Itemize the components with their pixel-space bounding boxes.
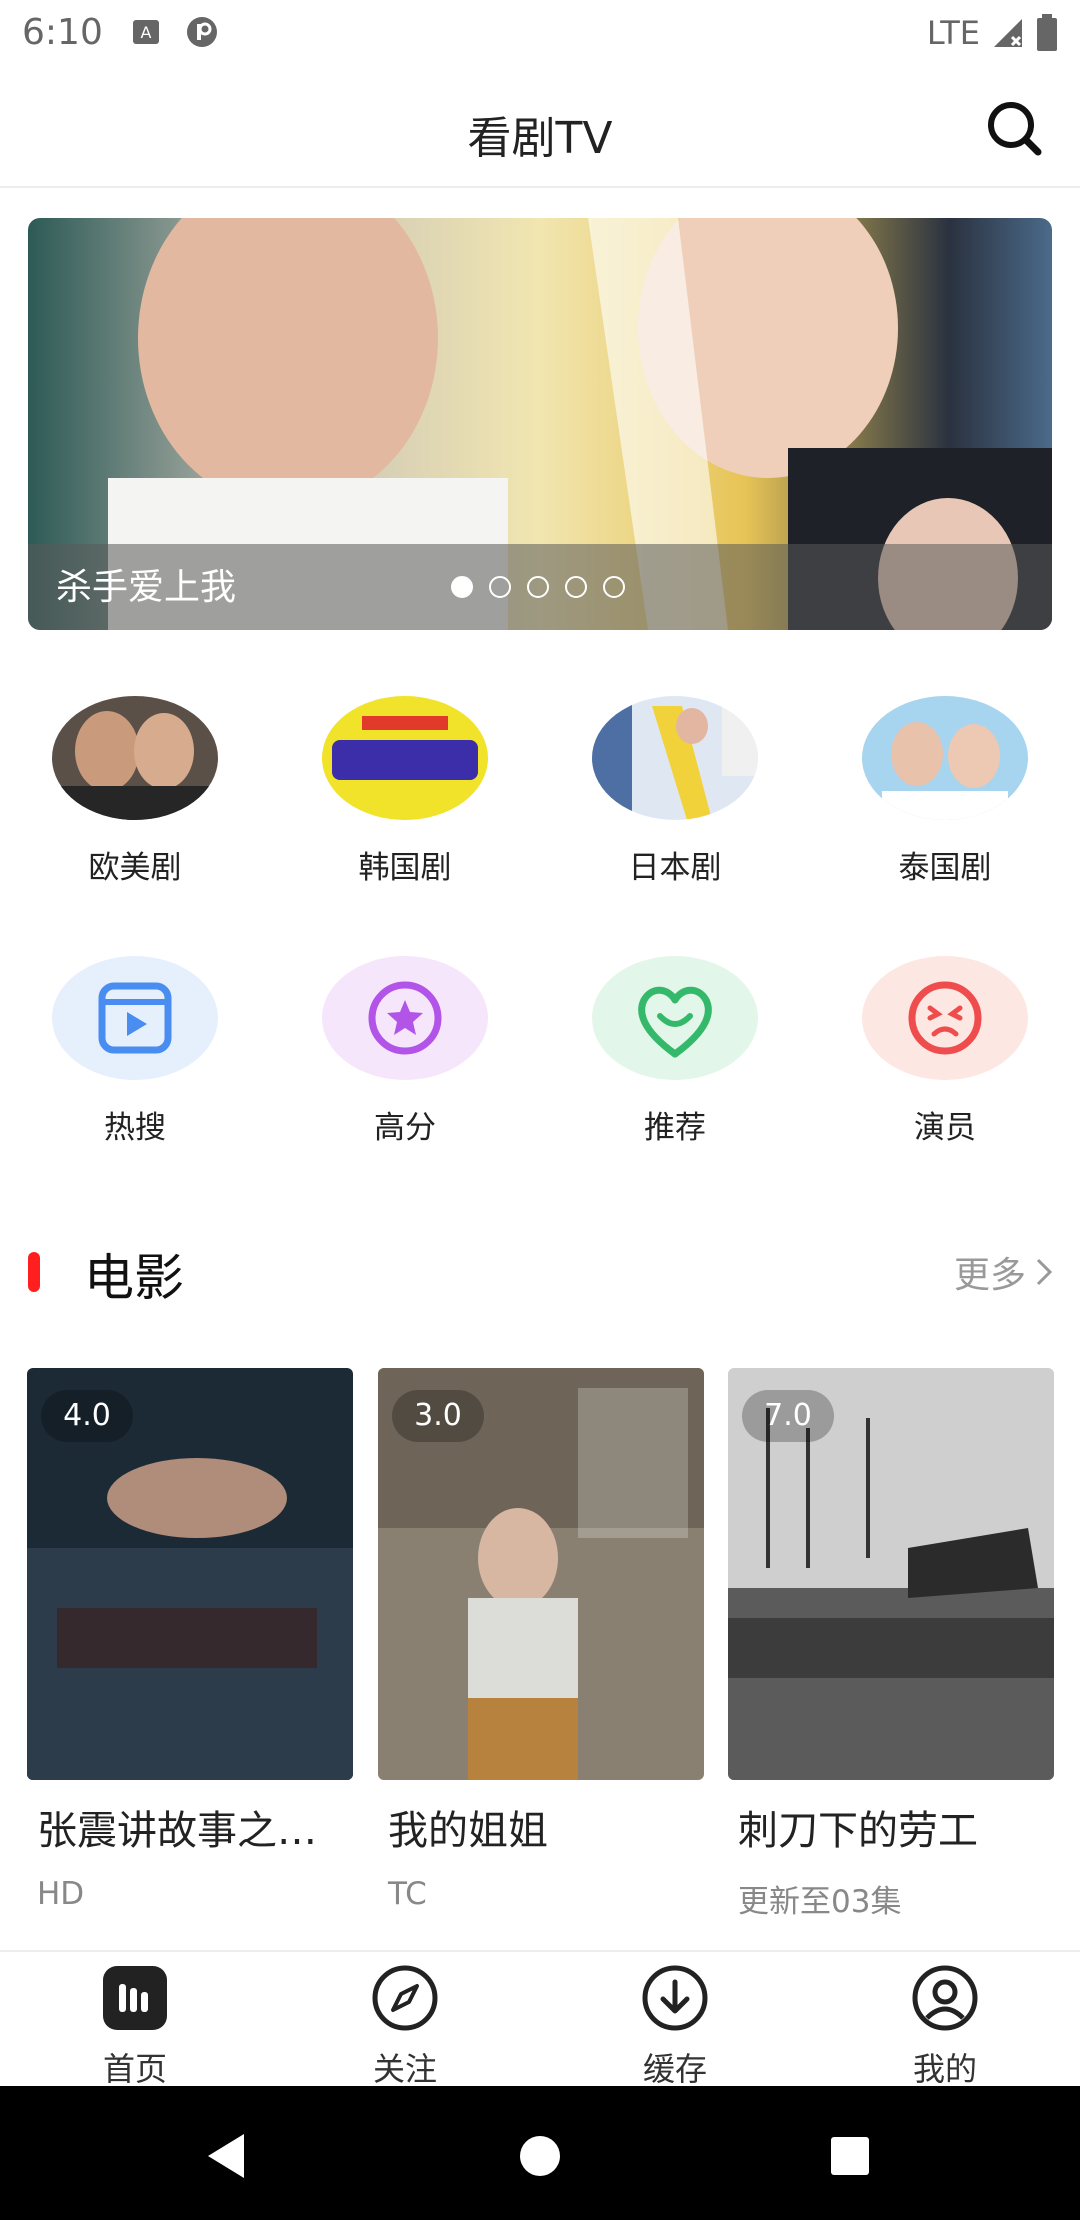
tab-home[interactable]: 首页 [35, 1964, 235, 2090]
feature-shortcuts: 热搜 高分 推荐 演员 [0, 956, 1080, 1156]
banner-pagination [451, 576, 625, 598]
back-icon[interactable] [196, 2126, 256, 2186]
category-korean[interactable]: 韩国剧 [295, 696, 515, 887]
category-western[interactable]: 欧美剧 [25, 696, 245, 887]
heart-smile-icon [638, 986, 712, 1058]
pagination-dot[interactable] [527, 576, 549, 598]
region-categories: 欧美剧 韩国剧 日本剧 泰国剧 [0, 696, 1080, 896]
svg-text:A: A [141, 23, 152, 42]
movie-quality: HD [37, 1876, 85, 1912]
movie-title: 我的姐姐 [388, 1808, 548, 1854]
movie-card[interactable]: 7.0 刺刀下的劳工 更新至03集 [728, 1368, 1054, 1921]
keyboard-notification-icon: A [133, 20, 159, 44]
movie-quality: 更新至03集 [738, 1884, 902, 1920]
bottom-tab-bar: 首页 关注 缓存 我的 [0, 1950, 1080, 2088]
home-icon [103, 1966, 167, 2030]
tab-follow[interactable]: 关注 [305, 1964, 505, 2090]
profile-icon [912, 1965, 978, 2031]
category-thumbnail [592, 696, 758, 820]
movie-card[interactable]: 4.0 张震讲故事之… HD [27, 1368, 353, 1912]
tab-profile[interactable]: 我的 [845, 1964, 1045, 2090]
video-icon [98, 982, 172, 1054]
category-label: 韩国剧 [358, 850, 452, 886]
feature-label: 演员 [914, 1110, 976, 1146]
app-notification-icon [187, 17, 217, 47]
feature-recommend[interactable]: 推荐 [565, 956, 785, 1147]
category-thai[interactable]: 泰国剧 [835, 696, 1055, 887]
status-indicators: LTE [927, 14, 1058, 52]
feature-high-score[interactable]: 高分 [295, 956, 515, 1147]
feature-icon-bg [52, 956, 218, 1080]
app-header: 看剧TV [0, 66, 1080, 188]
feature-hot-search[interactable]: 热搜 [25, 956, 245, 1147]
category-thumbnail [52, 696, 218, 820]
search-icon[interactable] [984, 98, 1044, 158]
tab-label: 我的 [912, 2050, 977, 2088]
face-icon [908, 981, 982, 1055]
tab-label: 首页 [102, 2050, 167, 2088]
tab-label: 关注 [372, 2050, 437, 2088]
feature-actors[interactable]: 演员 [835, 956, 1055, 1147]
feature-icon-bg [862, 956, 1028, 1080]
status-time: 6:10 [22, 12, 103, 53]
category-label: 泰国剧 [898, 850, 992, 886]
banner-caption: 杀手爱上我 [56, 567, 237, 608]
status-bar: 6:10 A LTE [0, 0, 1080, 66]
home-button-icon[interactable] [510, 2126, 570, 2186]
feature-label: 热搜 [104, 1110, 166, 1146]
chevron-right-icon [1036, 1258, 1053, 1286]
movie-poster: 3.0 [378, 1368, 704, 1780]
category-label: 欧美剧 [88, 850, 182, 886]
network-type: LTE [926, 14, 980, 52]
system-navigation-bar [0, 2086, 1080, 2220]
category-thumbnail [322, 696, 488, 820]
rating-badge: 4.0 [41, 1390, 133, 1442]
compass-icon [372, 1965, 438, 2031]
movie-title: 张震讲故事之… [37, 1808, 317, 1854]
more-label: 更多 [953, 1255, 1026, 1296]
app-title: 看剧TV [467, 113, 613, 164]
category-thumbnail [862, 696, 1028, 820]
feature-icon-bg [322, 956, 488, 1080]
pagination-dot[interactable] [565, 576, 587, 598]
movie-title: 刺刀下的劳工 [738, 1808, 978, 1854]
more-link[interactable]: 更多 [954, 1246, 1054, 1298]
battery-icon [1037, 14, 1057, 51]
rating-badge: 7.0 [742, 1390, 834, 1442]
rating-badge: 3.0 [392, 1390, 484, 1442]
section-title: 电影 [84, 1249, 184, 1307]
pagination-dot[interactable] [603, 576, 625, 598]
movie-quality: TC [388, 1876, 427, 1912]
category-label: 日本剧 [628, 850, 722, 886]
tab-cache[interactable]: 缓存 [575, 1964, 775, 2090]
recents-icon[interactable] [820, 2126, 880, 2186]
feature-label: 推荐 [644, 1110, 706, 1146]
category-japanese[interactable]: 日本剧 [565, 696, 785, 887]
feature-icon-bg [592, 956, 758, 1080]
star-icon [368, 981, 442, 1055]
download-icon [642, 1965, 708, 2031]
signal-icon [994, 19, 1022, 47]
section-accent-bar [28, 1252, 40, 1292]
movie-poster: 4.0 [27, 1368, 353, 1780]
tab-label: 缓存 [642, 2050, 707, 2088]
feature-label: 高分 [374, 1110, 436, 1146]
movie-card[interactable]: 3.0 我的姐姐 TC [378, 1368, 704, 1912]
banner-carousel[interactable]: 杀手爱上我 [28, 218, 1052, 630]
movie-poster: 7.0 [728, 1368, 1054, 1780]
pagination-dot[interactable] [451, 576, 473, 598]
pagination-dot[interactable] [489, 576, 511, 598]
